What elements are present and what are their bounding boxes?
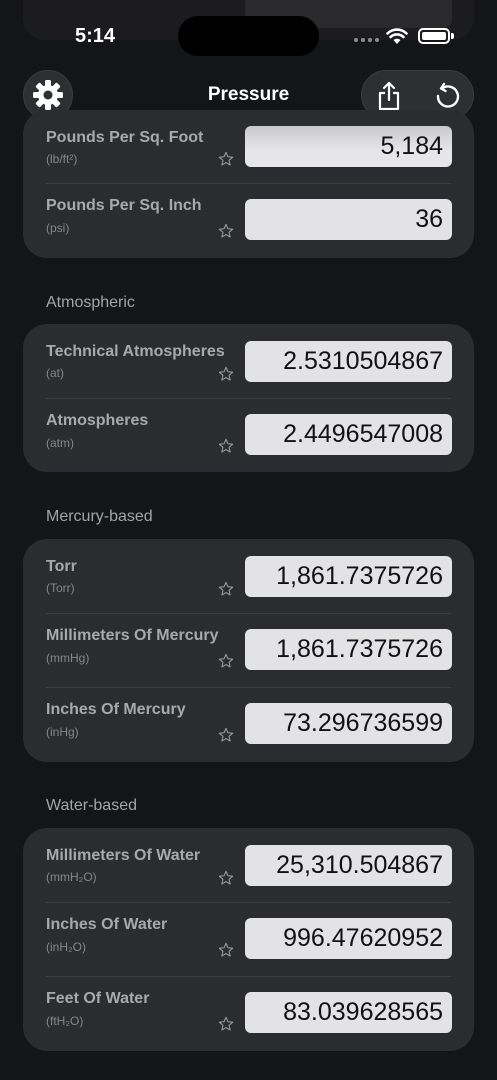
value-input[interactable]: 25,310.504867 <box>245 845 452 886</box>
unit-name: Torr <box>46 558 77 575</box>
unit-name: Millimeters Of Mercury <box>46 627 219 644</box>
star-outline-icon[interactable] <box>218 870 234 886</box>
unit-name: Inches Of Water <box>46 916 168 933</box>
star-outline-icon[interactable] <box>218 1016 234 1032</box>
share-button[interactable] <box>372 79 406 113</box>
star-outline-icon[interactable] <box>218 438 234 454</box>
unit-abbreviation: (mmH₂O) <box>46 870 97 884</box>
unit-row: Millimeters Of Mercury (mmHg) 1,861.7375… <box>23 613 474 688</box>
value-input[interactable]: 36 <box>245 199 452 240</box>
unit-abbreviation: (inH₂O) <box>46 940 86 954</box>
unit-name: Technical Atmospheres <box>46 343 225 360</box>
section-card-atmospheric: Technical Atmospheres (at) 2.5310504867 … <box>23 324 474 472</box>
unit-name: Atmospheres <box>46 412 149 429</box>
star-outline-icon[interactable] <box>218 151 234 167</box>
unit-row: Pounds Per Sq. Inch (psi) 36 <box>23 183 474 258</box>
unit-abbreviation: (Torr) <box>46 581 75 595</box>
section-label-water: Water-based <box>46 797 137 814</box>
value-input[interactable]: 73.296736599 <box>245 703 452 744</box>
star-outline-icon[interactable] <box>218 727 234 743</box>
value-input[interactable]: 2.4496547008 <box>245 414 452 455</box>
unit-row: Atmospheres (atm) 2.4496547008 <box>23 398 474 473</box>
value-input[interactable]: 996.47620952 <box>245 918 452 959</box>
unit-row: Technical Atmospheres (at) 2.5310504867 <box>23 324 474 399</box>
star-outline-icon[interactable] <box>218 942 234 958</box>
unit-row: Feet Of Water (ftH₂O) 83.039628565 <box>23 976 474 1051</box>
star-outline-icon[interactable] <box>218 366 234 382</box>
section-card-water: Millimeters Of Water (mmH₂O) 25,310.5048… <box>23 828 474 1051</box>
unit-row: Inches Of Mercury (inHg) 73.296736599 <box>23 687 474 762</box>
unit-abbreviation: (mmHg) <box>46 651 90 665</box>
section-card-mercury: Torr (Torr) 1,861.7375726 Millimeters Of… <box>23 539 474 762</box>
unit-row: Pounds Per Sq. Foot (lb/ft²) 5,184 <box>23 110 474 185</box>
row-divider <box>46 398 451 399</box>
unit-row: Millimeters Of Water (mmH₂O) 25,310.5048… <box>23 828 474 903</box>
status-time: 5:14 <box>75 25 116 47</box>
unit-row: Torr (Torr) 1,861.7375726 <box>23 539 474 614</box>
unit-name: Millimeters Of Water <box>46 847 201 864</box>
star-outline-icon[interactable] <box>218 223 234 239</box>
value-input[interactable]: 83.039628565 <box>245 992 452 1033</box>
unit-abbreviation: (lb/ft²) <box>46 152 78 166</box>
value-input[interactable]: 5,184 <box>245 126 452 167</box>
wifi-icon <box>386 28 408 44</box>
cellular-signal-icon <box>354 38 379 42</box>
share-icon <box>378 81 400 111</box>
unit-abbreviation: (inHg) <box>46 725 79 739</box>
unit-abbreviation: (atm) <box>46 436 74 450</box>
pressure-converter-screen: 0.0002482113 5:14 <box>0 0 497 1080</box>
value-input[interactable]: 1,861.7375726 <box>245 629 452 670</box>
section-label-atmospheric: Atmospheric <box>46 294 135 311</box>
section-card-pounds: Pounds Per Sq. Foot (lb/ft²) 5,184 Pound… <box>23 110 474 258</box>
reset-button[interactable] <box>430 79 464 113</box>
unit-name: Pounds Per Sq. Inch <box>46 197 202 214</box>
unit-abbreviation: (psi) <box>46 221 70 235</box>
star-outline-icon[interactable] <box>218 653 234 669</box>
unit-name: Inches Of Mercury <box>46 701 186 718</box>
dynamic-island <box>178 16 319 56</box>
unit-row: Inches Of Water (inH₂O) 996.47620952 <box>23 902 474 977</box>
row-divider <box>46 183 451 184</box>
row-divider <box>46 902 451 903</box>
unit-abbreviation: (ftH₂O) <box>46 1014 84 1028</box>
row-divider <box>46 687 451 688</box>
section-label-mercury: Mercury-based <box>46 508 153 525</box>
row-divider <box>46 976 451 977</box>
row-divider <box>46 613 451 614</box>
value-input[interactable]: 1,861.7375726 <box>245 556 452 597</box>
star-outline-icon[interactable] <box>218 581 234 597</box>
reset-icon <box>436 82 460 108</box>
value-input[interactable]: 2.5310504867 <box>245 341 452 382</box>
unit-abbreviation: (at) <box>46 366 64 380</box>
battery-icon <box>418 28 454 44</box>
unit-name: Feet Of Water <box>46 990 150 1007</box>
status-bar: 5:14 <box>0 0 497 70</box>
unit-name: Pounds Per Sq. Foot <box>46 129 204 146</box>
